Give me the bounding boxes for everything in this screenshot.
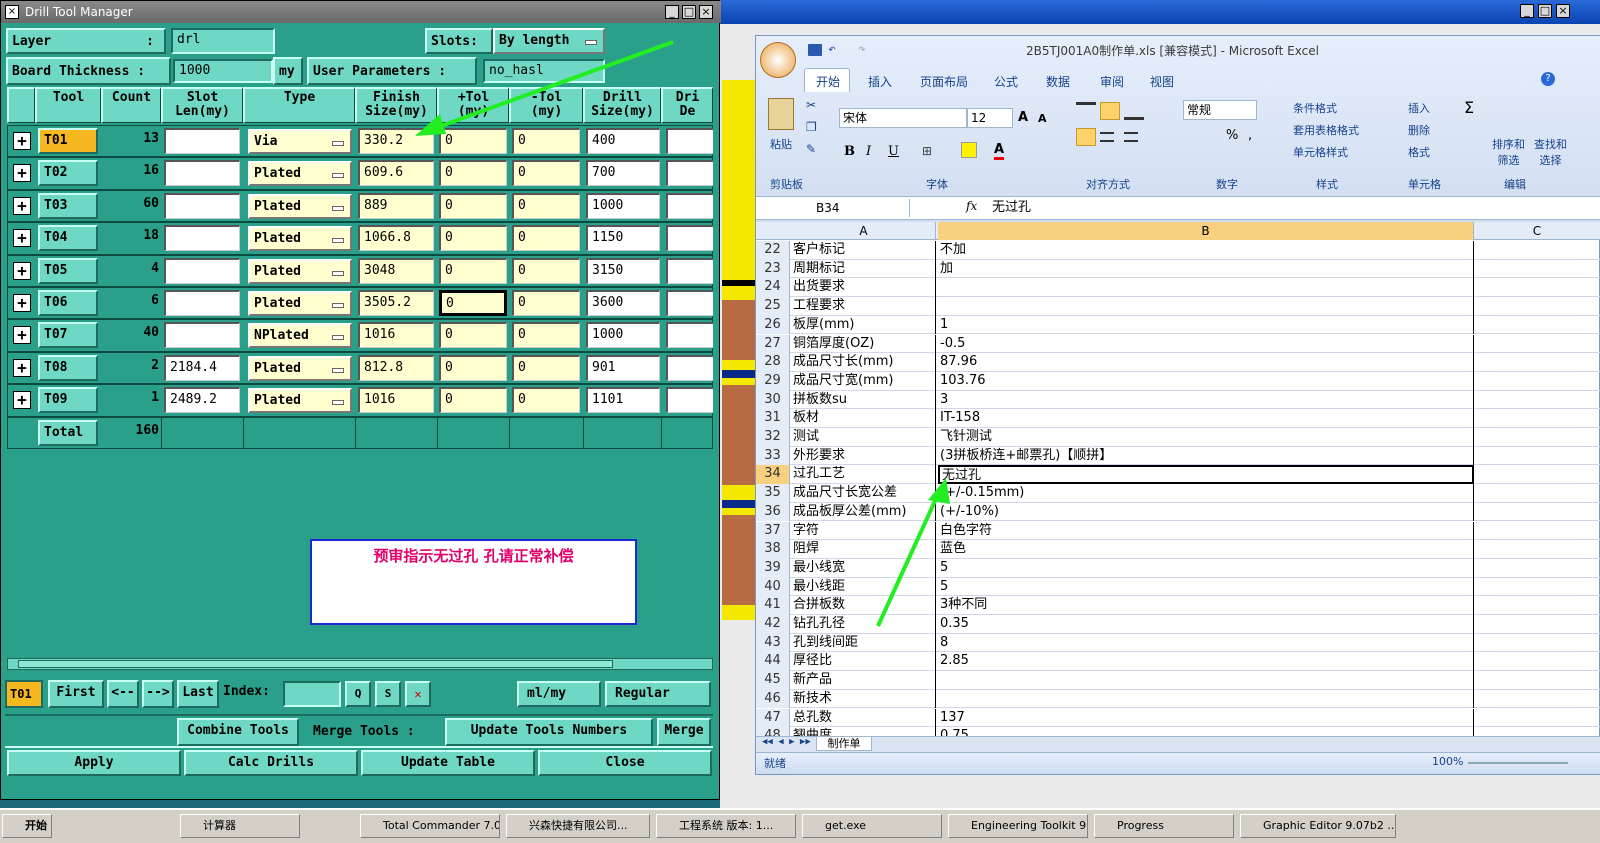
taskbar-item-graphic-editor[interactable]: Graphic Editor 9.07b2 ... [1240,814,1396,838]
arrow-head-top [415,114,446,136]
taskbar-item-get-exe[interactable]: get.exe [802,814,942,838]
arrow-head-bottom [928,478,950,504]
arrow-line-top [429,40,674,132]
taskbar-item-engineering-toolkit[interactable]: Engineering Toolkit 9.... [948,814,1088,838]
start-button[interactable]: 开始 [2,814,52,838]
taskbar-item-company[interactable]: 兴森快捷有限公司... [506,814,650,838]
taskbar: 开始 计算器 Total Commander 7.0 ... 兴森快捷有限公司.… [0,808,1600,843]
taskbar-item-total-commander[interactable]: Total Commander 7.0 ... [360,814,500,838]
taskbar-item-engineering-system[interactable]: 工程系统 版本: 1... [656,814,796,838]
taskbar-item-progress[interactable]: Progress [1094,814,1234,838]
arrow-overlay [415,40,950,627]
arrow-line-bottom [876,489,942,627]
taskbar-item-calculator[interactable]: 计算器 [180,814,300,838]
